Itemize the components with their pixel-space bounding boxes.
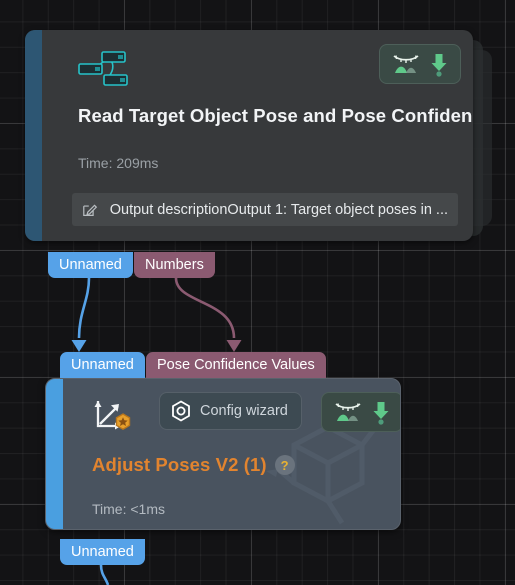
output-port-unnamed-adjust[interactable]: Unnamed bbox=[60, 539, 145, 565]
port-label: Numbers bbox=[145, 257, 204, 273]
wire-unnamed-arrowhead bbox=[71, 340, 87, 352]
node-read-target-object-pose[interactable]: Read Target Object Pose and Pose Confide… bbox=[25, 30, 473, 241]
node-adjust-poses-v2[interactable]: Config wizard Adjust Poses V2 (1) ? Time… bbox=[45, 378, 401, 530]
output-port-unnamed[interactable]: Unnamed bbox=[48, 252, 133, 278]
node-tree-icon bbox=[78, 51, 128, 86]
output-port-numbers[interactable]: Numbers bbox=[134, 252, 215, 278]
port-label: Unnamed bbox=[71, 357, 134, 373]
node-execution-time: Time: 209ms bbox=[78, 155, 159, 171]
config-wizard-button[interactable]: Config wizard bbox=[159, 392, 302, 430]
output-description-field[interactable]: Output descriptionOutput 1: Target objec… bbox=[72, 193, 458, 226]
landscape-image-icon[interactable] bbox=[333, 399, 363, 425]
output-description-text: Output descriptionOutput 1: Target objec… bbox=[109, 201, 448, 218]
node-title-row: Read Target Object Pose and Pose Confide… bbox=[78, 105, 473, 127]
download-arrow-icon[interactable] bbox=[429, 51, 449, 77]
node-toolbar[interactable] bbox=[379, 44, 461, 84]
node-toolbar[interactable] bbox=[321, 392, 400, 432]
config-wizard-label: Config wizard bbox=[200, 403, 288, 419]
input-port-unnamed[interactable]: Unnamed bbox=[60, 352, 145, 378]
hexagon-target-icon bbox=[172, 400, 190, 422]
wire-adjust-output bbox=[99, 564, 110, 585]
node-graph-canvas[interactable]: Read Target Object Pose and Pose Confide… bbox=[0, 0, 515, 585]
node-accent-bar bbox=[46, 379, 63, 529]
page-title: Adjust Poses V2 (1) bbox=[92, 454, 267, 475]
download-arrow-icon[interactable] bbox=[371, 399, 391, 425]
node-accent-bar bbox=[25, 30, 42, 241]
help-badge[interactable]: ? bbox=[274, 455, 295, 475]
node-body[interactable]: Read Target Object Pose and Pose Confide… bbox=[42, 30, 473, 241]
wire-unnamed bbox=[77, 277, 91, 339]
wire-numbers-arrowhead bbox=[226, 340, 242, 352]
coordinate-axes-icon bbox=[94, 401, 131, 431]
port-label: Pose Confidence Values bbox=[157, 357, 315, 373]
landscape-image-icon[interactable] bbox=[391, 51, 421, 77]
wire-numbers bbox=[174, 277, 236, 339]
node-title-row: Adjust Poses V2 (1) ? bbox=[92, 454, 295, 476]
port-label: Unnamed bbox=[59, 257, 122, 273]
port-label: Unnamed bbox=[71, 544, 134, 560]
page-title: Read Target Object Pose and Pose Confide… bbox=[78, 105, 473, 126]
input-port-pose-confidence-values[interactable]: Pose Confidence Values bbox=[146, 352, 326, 378]
node-body[interactable]: Config wizard Adjust Poses V2 (1) ? Time… bbox=[63, 379, 400, 529]
edit-pencil-icon[interactable] bbox=[82, 199, 98, 221]
node-execution-time: Time: <1ms bbox=[92, 501, 165, 517]
